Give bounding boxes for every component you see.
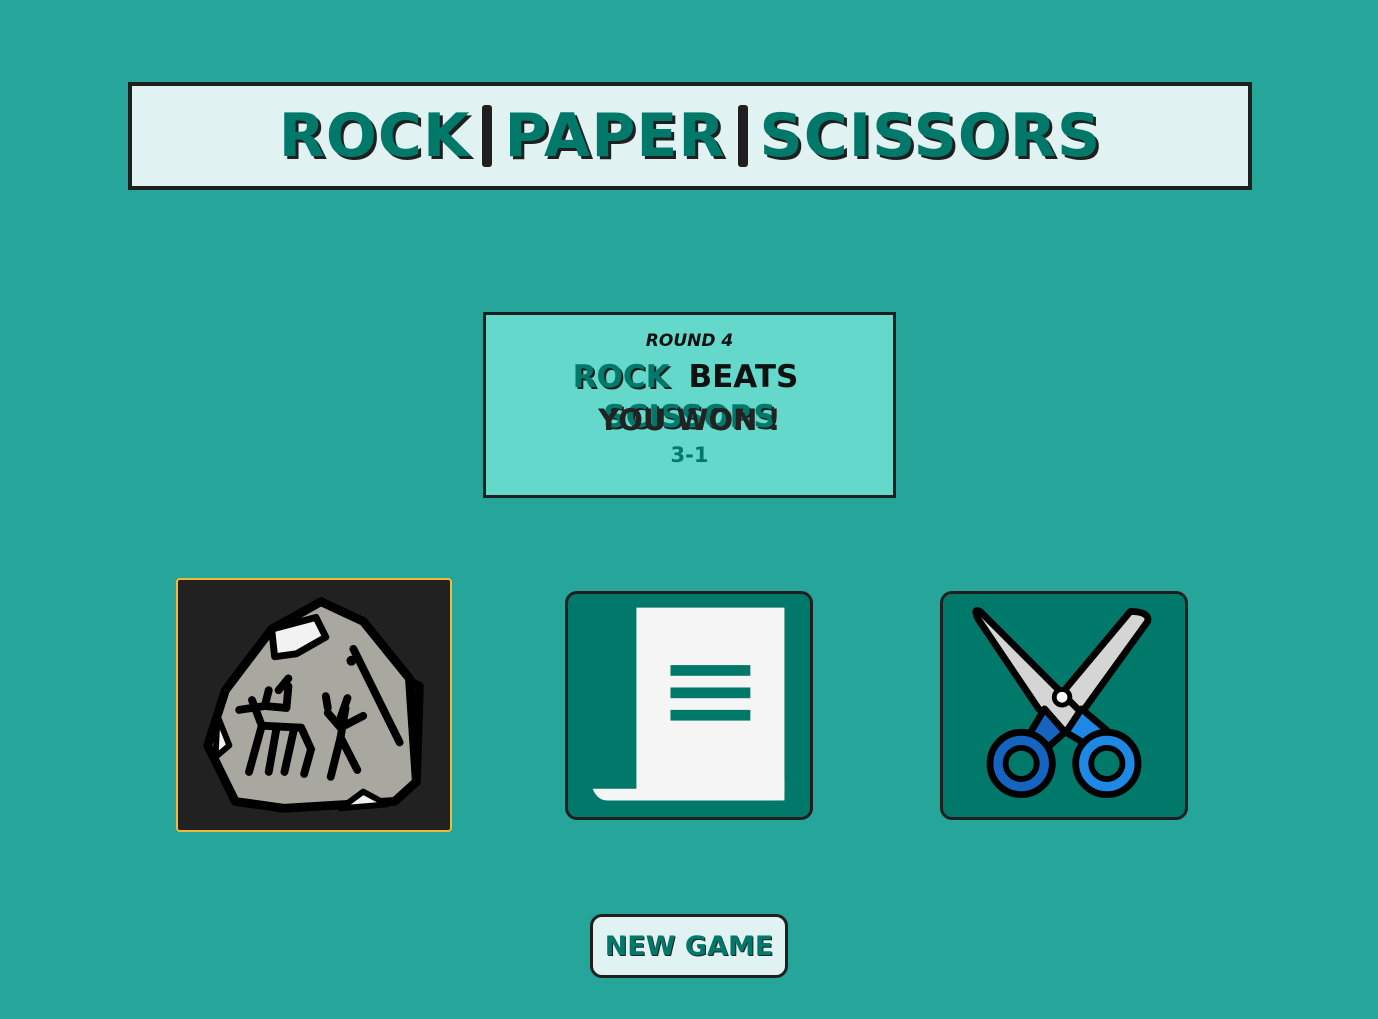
paper-icon <box>592 607 785 801</box>
title-separator <box>482 105 493 167</box>
paper-choice-button[interactable] <box>565 591 813 820</box>
title-word-scissors: SCISSORS <box>759 101 1102 171</box>
scissors-choice-button[interactable] <box>940 591 1188 820</box>
result-panel: ROUND 4 ROCK BEATS SCISSORS YOU WON ! 3-… <box>483 312 896 498</box>
rock-choice-button[interactable] <box>176 578 452 832</box>
matchup-line: ROCK BEATS SCISSORS <box>486 357 893 435</box>
new-game-button[interactable]: NEW GAME <box>590 914 788 978</box>
outcome-text: YOU WON ! <box>598 403 781 437</box>
title-word-rock: ROCK <box>278 101 471 171</box>
round-label: ROUND 4 <box>645 331 734 351</box>
title-banner: ROCK PAPER SCISSORS <box>128 82 1252 190</box>
title-word-paper: PAPER <box>504 101 726 171</box>
scissors-icon <box>972 607 1152 799</box>
beats-verb: BEATS <box>688 359 799 395</box>
score-display: 3-1 <box>670 443 709 467</box>
winner-hand: ROCK <box>572 359 670 395</box>
rock-icon <box>203 597 424 813</box>
title-separator <box>737 105 748 167</box>
